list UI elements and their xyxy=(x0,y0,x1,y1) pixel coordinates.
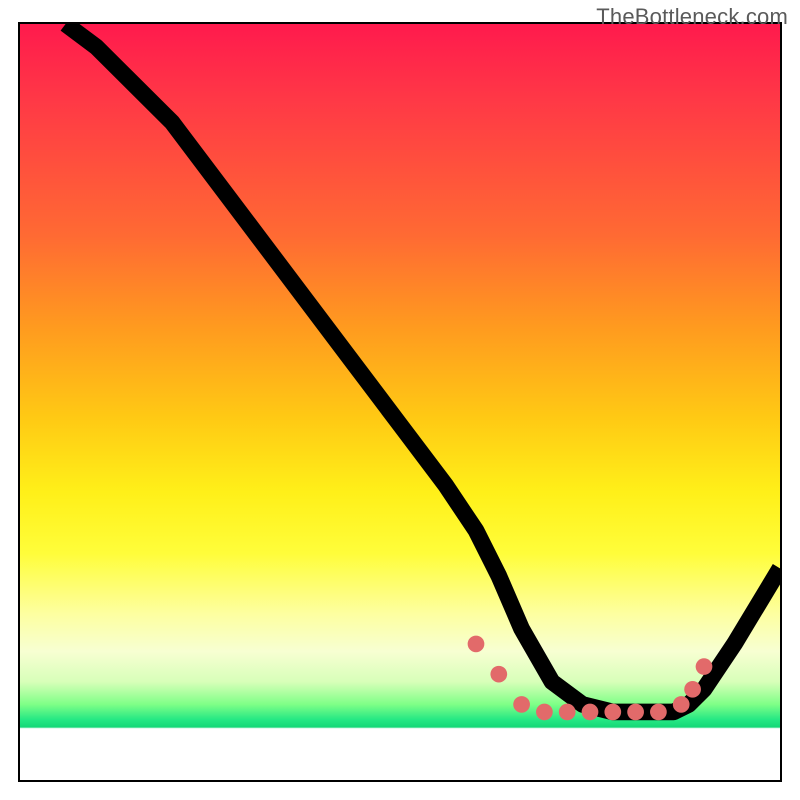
marker-dot xyxy=(650,704,667,721)
marker-dot xyxy=(513,696,530,713)
marker-dot xyxy=(684,681,701,698)
marker-dot xyxy=(468,636,485,653)
highlight-dots xyxy=(468,636,713,721)
marker-dot xyxy=(536,704,553,721)
plot-area xyxy=(18,22,782,782)
bottleneck-curve xyxy=(66,24,780,712)
marker-dot xyxy=(673,696,690,713)
marker-dot xyxy=(490,666,507,683)
marker-dot xyxy=(582,704,599,721)
marker-dot xyxy=(559,704,576,721)
marker-dot xyxy=(696,658,713,675)
chart-svg xyxy=(20,24,780,780)
marker-dot xyxy=(627,704,644,721)
chart-container: TheBottleneck.com xyxy=(0,0,800,800)
watermark-label: TheBottleneck.com xyxy=(596,4,788,30)
marker-dot xyxy=(604,704,621,721)
